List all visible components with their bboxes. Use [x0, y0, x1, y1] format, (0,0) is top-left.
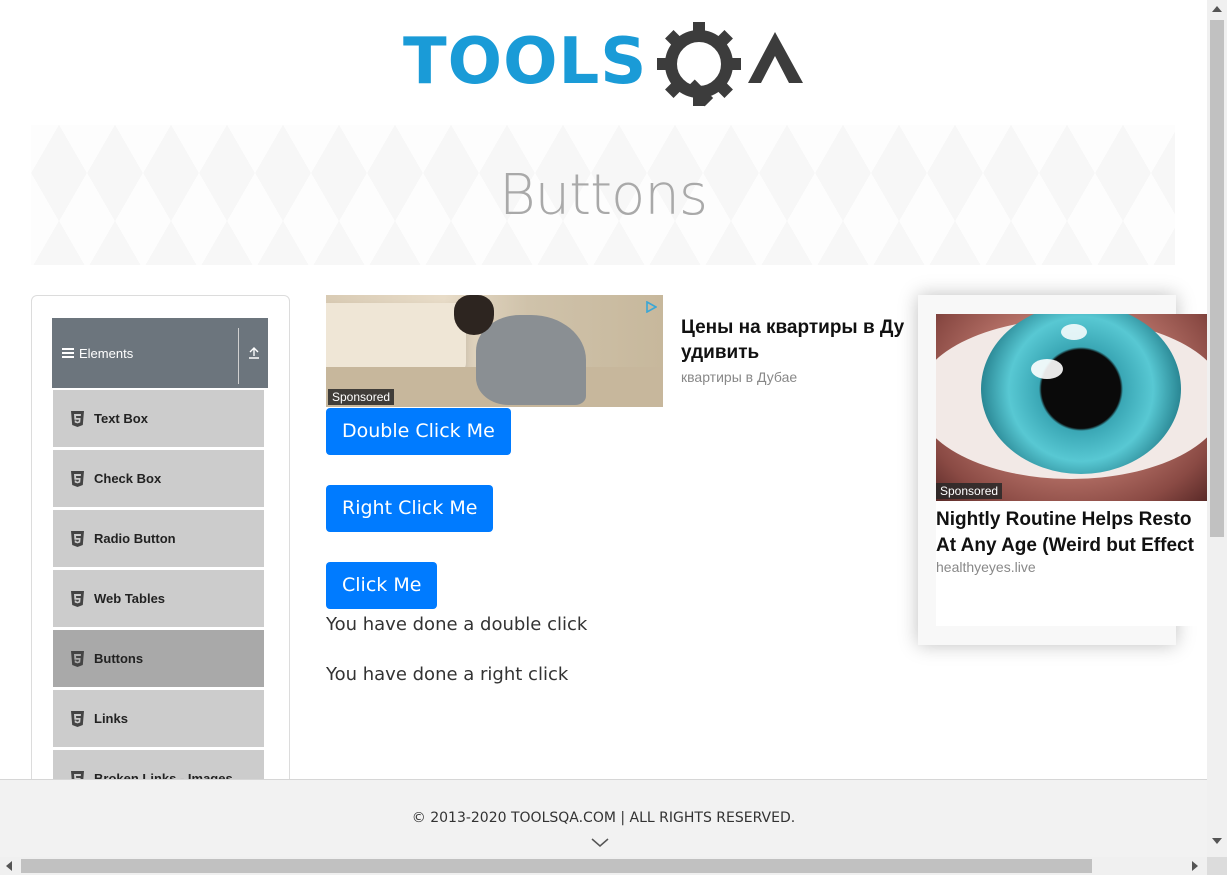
sidebar-menu: Text Box Check Box Radio Button Web Tabl… [53, 390, 265, 810]
html5-icon [71, 530, 84, 547]
double-click-message: You have done a double click [326, 614, 588, 635]
html5-icon [71, 410, 84, 427]
scroll-left-arrow-icon[interactable] [6, 861, 12, 871]
sidebar-item-label: Radio Button [94, 531, 176, 546]
ad-domain: квартиры в Дубае [681, 369, 798, 385]
collapse-arrow-icon[interactable] [247, 346, 261, 360]
ad-text-top[interactable]: Цены на квартиры в Ду удивить квартиры в… [681, 315, 916, 385]
ad-headline[interactable]: Nightly Routine Helps Resto At Any Age (… [936, 507, 1207, 559]
sidebar: Elements Text Box Check Box Radio Button… [31, 295, 290, 817]
group-title: Elements [79, 345, 134, 361]
horizontal-scrollbar[interactable] [0, 857, 1207, 875]
sidebar-item-label: Web Tables [94, 591, 166, 606]
sidebar-item-text-box[interactable]: Text Box [53, 390, 265, 447]
copyright-text: © 2013-2020 TOOLSQA.COM | ALL RIGHTS RES… [411, 810, 796, 826]
html5-icon [71, 470, 84, 487]
click-me-button[interactable]: Click Me [326, 562, 438, 609]
vertical-scrollbar[interactable] [1207, 0, 1227, 857]
group-header-elements[interactable]: Elements [52, 318, 268, 388]
scroll-right-arrow-icon[interactable] [1192, 861, 1198, 871]
sidebar-item-web-tables[interactable]: Web Tables [53, 570, 265, 627]
divider [238, 328, 239, 384]
sidebar-item-buttons[interactable]: Buttons [53, 630, 265, 687]
html5-icon [71, 650, 84, 667]
page-banner: Buttons [31, 125, 1175, 265]
right-click-message: You have done a right click [326, 664, 569, 685]
right-click-button[interactable]: Right Click Me [326, 485, 494, 532]
ad-domain: healthyeyes.live [936, 559, 1036, 575]
scroll-up-arrow-icon[interactable] [1212, 6, 1222, 12]
logo-letter-a [748, 32, 803, 83]
ad-headline-line1[interactable]: Nightly Routine Helps Resto [936, 507, 1207, 533]
page-title: Buttons [498, 162, 708, 228]
html5-icon [71, 590, 84, 607]
gear-icon [657, 22, 741, 107]
footer: © 2013-2020 TOOLSQA.COM | ALL RIGHTS RES… [0, 779, 1207, 858]
toolsqa-logo[interactable]: TOOLS [403, 20, 813, 112]
sidebar-item-label: Check Box [94, 471, 162, 486]
sponsored-label: Sponsored [328, 389, 395, 405]
ad-headline-line1[interactable]: Цены на квартиры в Ду [681, 315, 916, 340]
sidebar-item-label: Text Box [94, 411, 148, 426]
ad-image-top[interactable]: Sponsored [326, 295, 663, 407]
ad-eye-image [936, 314, 1207, 501]
vertical-scroll-thumb[interactable] [1210, 20, 1224, 537]
ad-headline-line2[interactable]: At Any Age (Weird but Effect [936, 533, 1207, 559]
ad-headline-line2[interactable]: удивить [681, 340, 916, 365]
horizontal-scroll-thumb[interactable] [21, 859, 1092, 873]
sidebar-item-label: Links [94, 711, 128, 726]
sidebar-item-check-box[interactable]: Check Box [53, 450, 265, 507]
chevron-down-icon[interactable] [591, 838, 609, 848]
sidebar-item-radio-button[interactable]: Radio Button [53, 510, 265, 567]
html5-icon [71, 710, 84, 727]
sidebar-item-links[interactable]: Links [53, 690, 265, 747]
sidebar-item-label: Buttons [94, 651, 144, 666]
ad-side[interactable]: Sponsored Nightly Routine Helps Resto At… [936, 314, 1207, 626]
menu-icon [62, 346, 74, 360]
scroll-down-arrow-icon[interactable] [1212, 838, 1222, 844]
scrollbar-corner [1207, 857, 1227, 875]
double-click-button[interactable]: Double Click Me [326, 408, 511, 455]
sponsored-label: Sponsored [936, 483, 1003, 499]
logo-text-tools: TOOLS [403, 25, 647, 99]
adchoices-icon[interactable] [645, 301, 657, 313]
